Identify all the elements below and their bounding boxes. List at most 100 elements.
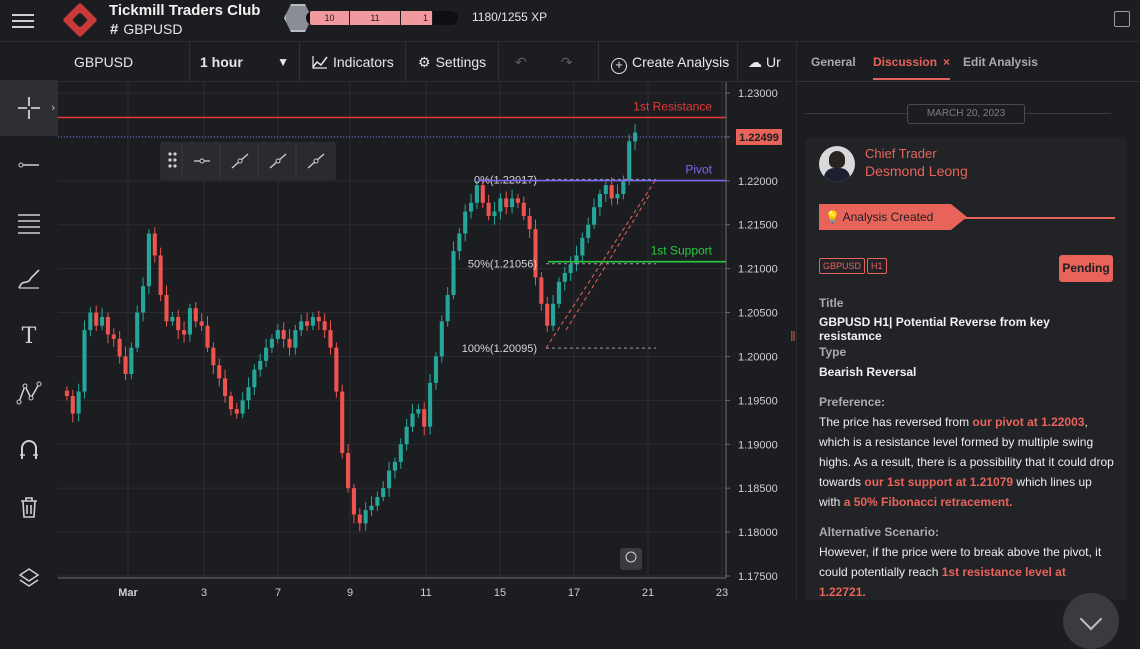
line-tool[interactable] — [0, 137, 58, 193]
candle — [305, 321, 310, 326]
alternative-label: Alternative Scenario: — [819, 525, 940, 539]
tab-discussion[interactable]: Discussion × — [873, 55, 951, 80]
drag-handle-icon[interactable] — [168, 158, 172, 162]
indicators-icon — [312, 56, 328, 69]
type-value: Bearish Reversal — [819, 365, 917, 379]
ray-icon-handle — [313, 158, 319, 164]
candle — [621, 180, 626, 194]
analysis-created-banner: 💡 Analysis Created — [819, 204, 967, 230]
xp-segment: 1 — [401, 11, 433, 25]
candle — [129, 347, 134, 375]
xp-progress-bar: 10 11 1 — [306, 11, 458, 25]
pattern-tool[interactable] — [0, 365, 58, 421]
last-price-label: 1.22499 — [739, 132, 779, 144]
fib-level-label: 100%(1.20095) — [462, 343, 537, 355]
redo-icon[interactable]: ↷ — [561, 54, 573, 70]
tab-general[interactable]: General — [811, 55, 856, 69]
candle — [176, 316, 181, 331]
text-tool[interactable]: T — [0, 308, 58, 364]
candle — [486, 202, 491, 216]
notes-icon[interactable] — [1114, 11, 1130, 27]
trash-tool[interactable] — [0, 479, 58, 535]
preference-label: Preference: — [819, 395, 886, 409]
candle — [141, 286, 146, 313]
candle — [228, 395, 233, 410]
candle — [416, 409, 421, 414]
title-value: GBPUSD H1| Potential Reverse from key re… — [819, 315, 1050, 343]
undo-icon[interactable]: ↶ — [515, 54, 527, 70]
panel-resize-handle[interactable]: ‖ — [790, 328, 796, 344]
timeframe-tag[interactable]: H1 — [867, 258, 887, 274]
candle — [264, 347, 269, 361]
fib-level-label: 50%(1.21056) — [468, 259, 537, 271]
drag-handle-icon[interactable] — [168, 164, 172, 168]
candle — [146, 233, 151, 287]
settings-button[interactable]: ⚙ Settings — [406, 42, 499, 82]
crosshair-tool[interactable]: › — [0, 80, 58, 136]
fib-tool[interactable] — [0, 194, 58, 250]
author-name[interactable]: Desmond Leong — [865, 163, 968, 179]
level-label: 1st Resistance — [633, 100, 712, 114]
drag-handle-icon[interactable] — [168, 152, 172, 156]
tab-discussion-label: Discussion — [873, 55, 938, 69]
magnet-tool[interactable] — [0, 422, 58, 478]
undo-redo-group: ↶ ↷ — [499, 42, 599, 82]
menu-icon[interactable] — [12, 10, 34, 30]
candle — [299, 321, 304, 331]
pattern-icon — [16, 381, 42, 405]
candle — [451, 251, 456, 295]
xp-segment: 11 — [350, 11, 401, 25]
candle — [398, 444, 403, 462]
y-tick-label: 1.19000 — [738, 439, 778, 451]
scroll-down-button[interactable] — [1063, 593, 1119, 649]
avatar[interactable] — [819, 146, 855, 182]
chart-toolbar: GBPUSD 1 hour ▼ Indicators ⚙ Settings ↶ ↷ +… — [58, 42, 792, 82]
indicators-button[interactable]: Indicators — [300, 42, 406, 82]
candle — [474, 185, 479, 203]
y-tick-label: 1.21000 — [738, 264, 778, 276]
upload-button[interactable]: ☁ Ur — [738, 42, 792, 82]
date-pill: MARCH 20, 2023 — [907, 104, 1025, 124]
symbol-tag[interactable]: GBPUSD — [819, 258, 866, 274]
preference-highlight: our 1st support at 1.21079 — [864, 475, 1014, 489]
idea-button[interactable] — [620, 548, 642, 570]
candle — [510, 198, 515, 208]
candle — [381, 488, 386, 497]
drag-handle-icon[interactable] — [173, 152, 177, 156]
brush-icon — [18, 269, 40, 289]
symbol-field[interactable]: GBPUSD — [58, 42, 190, 82]
create-analysis-label: Create Analysis — [632, 54, 730, 70]
candle — [469, 202, 474, 212]
candle — [334, 347, 339, 392]
candle — [76, 391, 81, 414]
x-tick-label: 23 — [716, 587, 728, 599]
chevron-right-icon[interactable]: › — [51, 102, 55, 114]
price-chart[interactable]: 1.230001.225001.220001.215001.210001.205… — [58, 82, 792, 600]
upload-label: Ur — [766, 54, 781, 70]
y-tick-label: 1.22000 — [738, 176, 778, 188]
chart-canvas[interactable]: 1.230001.225001.220001.215001.210001.205… — [58, 82, 792, 600]
tab-edit-analysis[interactable]: Edit Analysis — [963, 55, 1038, 69]
alternative-text: However, if the price were to break abov… — [819, 542, 1115, 602]
close-icon[interactable]: × — [943, 55, 950, 69]
create-analysis-button[interactable]: + Create Analysis — [599, 42, 738, 82]
candle — [609, 185, 614, 199]
candle — [404, 426, 409, 445]
layers-tool[interactable] — [0, 550, 58, 606]
candle — [135, 312, 140, 348]
layers-icon — [18, 568, 40, 587]
club-name: Tickmill Traders Club — [109, 2, 261, 19]
drag-handle-icon[interactable] — [173, 158, 177, 162]
analysis-card: Chief Trader Desmond Leong 💡 Analysis Cr… — [805, 138, 1127, 649]
interval-select[interactable]: 1 hour ▼ — [190, 42, 300, 82]
candle — [293, 330, 298, 348]
channel-name[interactable]: # GBPUSD — [110, 21, 182, 38]
drag-handle-icon[interactable] — [173, 164, 177, 168]
gear-icon: ⚙ — [418, 54, 431, 70]
brush-tool[interactable] — [0, 251, 58, 307]
candle — [310, 316, 315, 326]
candle — [275, 330, 280, 339]
top-bar: Tickmill Traders Club # GBPUSD 10 11 1 11… — [0, 0, 1140, 42]
candle — [568, 264, 573, 274]
candle — [193, 308, 198, 322]
